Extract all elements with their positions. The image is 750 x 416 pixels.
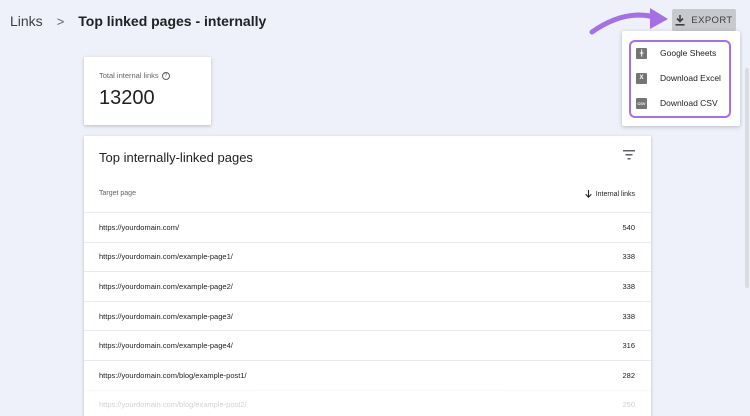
column-header-target-page[interactable]: Target page [99, 190, 136, 197]
breadcrumb-links[interactable]: Links [10, 13, 43, 29]
stat-label-row: Total internal links ? [99, 71, 170, 80]
row-links: 338 [622, 252, 635, 262]
table-row[interactable]: https://yourdomain.com/example-page3/ 33… [84, 300, 651, 331]
table-row[interactable]: https://yourdomain.com/blog/example-post… [84, 360, 651, 390]
column-header-internal-links[interactable]: Internal links [585, 190, 635, 198]
row-links: 250 [622, 400, 635, 410]
export-button[interactable]: EXPORT [672, 9, 736, 31]
arrow-down-icon [585, 190, 592, 198]
download-icon [675, 14, 685, 26]
csv-icon: CSV [636, 97, 647, 109]
row-page: https://yourdomain.com/example-page3/ [99, 311, 233, 321]
google-sheets-icon: ╋ [636, 47, 647, 59]
menu-item-download-csv[interactable]: CSV Download CSV [636, 93, 732, 113]
help-icon[interactable]: ? [161, 71, 170, 80]
column-header-label: Internal links [595, 190, 635, 198]
table-row[interactable]: https://yourdomain.com/example-page2/ 33… [84, 271, 651, 301]
table-title: Top internally-linked pages [99, 150, 253, 165]
row-page: https://yourdomain.com/ [99, 222, 180, 232]
breadcrumb: Links > Top linked pages - internally [10, 12, 266, 30]
excel-icon: X [636, 72, 647, 84]
page-title: Top linked pages - internally [78, 13, 267, 29]
row-page: https://yourdomain.com/example-page1/ [99, 252, 233, 262]
export-menu: ╋ Google Sheets X Download Excel CSV Dow… [622, 31, 740, 126]
menu-item-google-sheets[interactable]: ╋ Google Sheets [636, 43, 732, 63]
row-page: https://yourdomain.com/example-page2/ [99, 281, 233, 291]
table-row[interactable]: https://yourdomain.com/ 540 [84, 212, 651, 242]
table-row[interactable]: https://yourdomain.com/blog/example-post… [84, 389, 651, 416]
row-links: 338 [622, 311, 635, 321]
row-links: 540 [622, 222, 635, 232]
row-page: https://yourdomain.com/example-page4/ [99, 341, 233, 351]
menu-item-label: Download CSV [660, 98, 718, 108]
table-row[interactable]: https://yourdomain.com/example-page4/ 31… [84, 330, 651, 360]
menu-item-label: Download Excel [660, 73, 721, 83]
breadcrumb-separator: > [56, 13, 65, 29]
filter-icon[interactable] [623, 150, 635, 160]
stat-label: Total internal links [99, 71, 159, 80]
row-page: https://yourdomain.com/blog/example-post… [99, 370, 247, 380]
row-links: 282 [622, 370, 635, 380]
table-row[interactable]: https://yourdomain.com/example-page1/ 33… [84, 241, 651, 272]
row-links: 316 [622, 341, 635, 351]
menu-item-label: Google Sheets [660, 48, 717, 58]
top-pages-table: Top internally-linked pages Target page … [84, 136, 651, 416]
row-links: 338 [622, 281, 635, 291]
menu-item-download-excel[interactable]: X Download Excel [636, 68, 732, 88]
export-label: EXPORT [691, 14, 733, 26]
stat-value: 13200 [99, 87, 155, 109]
scrollbar-thumb[interactable] [745, 68, 749, 288]
total-internal-links-card: Total internal links ? 13200 [84, 57, 211, 125]
row-page: https://yourdomain.com/blog/example-post… [99, 400, 247, 410]
